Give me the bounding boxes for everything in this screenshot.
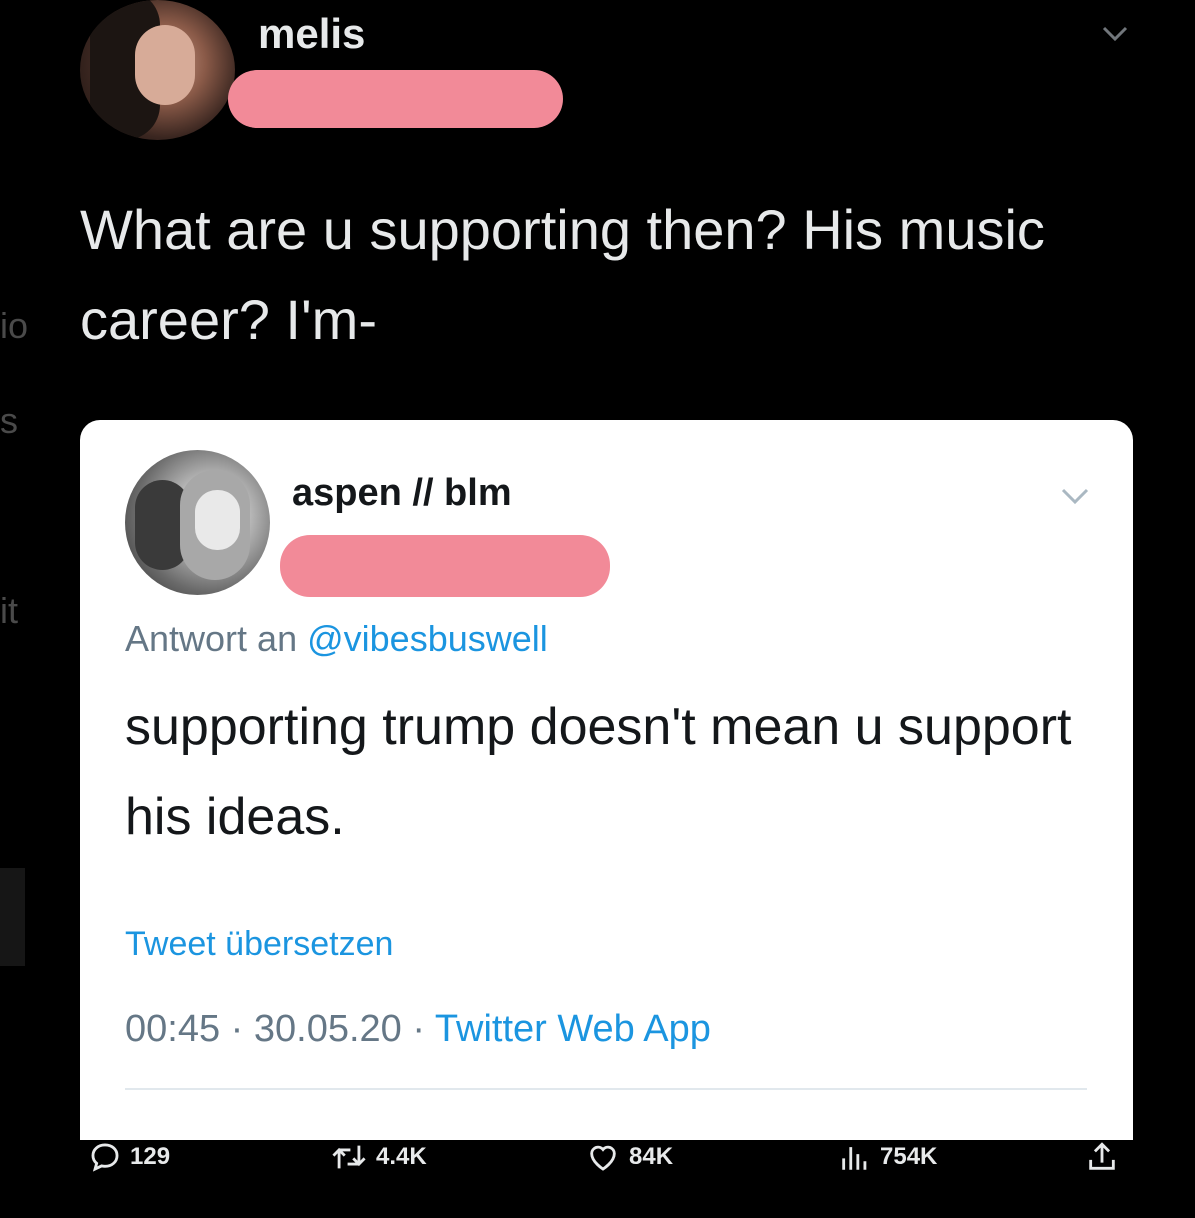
quoted-tweet-text: supporting trump doesn't mean u support … bbox=[125, 698, 1072, 846]
tweet-source-app[interactable]: Twitter Web App bbox=[435, 1008, 711, 1050]
display-name[interactable]: melis bbox=[258, 10, 365, 58]
side-fragment: s bbox=[0, 400, 18, 441]
chevron-down-icon[interactable] bbox=[1100, 18, 1130, 48]
reply-handle-link[interactable]: @vibesbuswell bbox=[307, 618, 548, 659]
quoted-display-name[interactable]: aspen // blm bbox=[292, 472, 512, 515]
reply-button[interactable]: 129 bbox=[88, 1140, 170, 1174]
retweet-icon bbox=[332, 1145, 366, 1169]
reply-prefix: Antwort an bbox=[125, 618, 298, 659]
redacted-handle bbox=[228, 70, 563, 128]
redacted-handle bbox=[280, 535, 610, 597]
tweet-date[interactable]: 30.05.20 bbox=[254, 1008, 402, 1050]
retweet-count: 4.4K bbox=[376, 1143, 427, 1170]
separator: · bbox=[401, 1008, 435, 1050]
like-count: 84K bbox=[629, 1143, 674, 1170]
retweet-button[interactable]: 4.4K bbox=[330, 1140, 427, 1174]
tweet-screenshot: io s it melis What are u supporting then… bbox=[0, 0, 1195, 1218]
heart-icon bbox=[590, 1145, 616, 1171]
side-panel-fragment bbox=[0, 868, 25, 966]
tweet-text: What are u supporting then? His music ca… bbox=[80, 198, 1045, 351]
share-icon bbox=[1089, 1142, 1115, 1170]
action-bar: 129 4.4K 84K 754K bbox=[0, 1120, 1195, 1210]
tweet-meta: 00:45 · 30.05.20 · Twitter Web App bbox=[125, 1008, 711, 1051]
reply-context: Antwort an @vibesbuswell bbox=[125, 618, 548, 660]
chevron-down-icon[interactable] bbox=[1058, 482, 1092, 510]
avatar[interactable] bbox=[80, 0, 235, 140]
reply-count: 129 bbox=[130, 1143, 171, 1170]
views-button[interactable]: 754K bbox=[838, 1140, 937, 1174]
analytics-icon bbox=[842, 1147, 867, 1170]
divider bbox=[125, 1088, 1087, 1090]
side-fragment: io bbox=[0, 305, 29, 346]
reply-icon bbox=[91, 1143, 119, 1172]
share-button[interactable] bbox=[1085, 1140, 1127, 1174]
quoted-avatar[interactable] bbox=[125, 450, 270, 595]
views-count: 754K bbox=[880, 1143, 938, 1170]
quoted-tweet-card[interactable]: aspen // blm Antwort an @vibesbuswell su… bbox=[80, 420, 1133, 1140]
like-button[interactable]: 84K bbox=[585, 1140, 673, 1174]
separator: · bbox=[220, 1008, 254, 1050]
tweet-time: 00:45 bbox=[125, 1008, 221, 1050]
side-fragment: it bbox=[0, 590, 18, 631]
translate-link[interactable]: Tweet übersetzen bbox=[125, 925, 393, 964]
